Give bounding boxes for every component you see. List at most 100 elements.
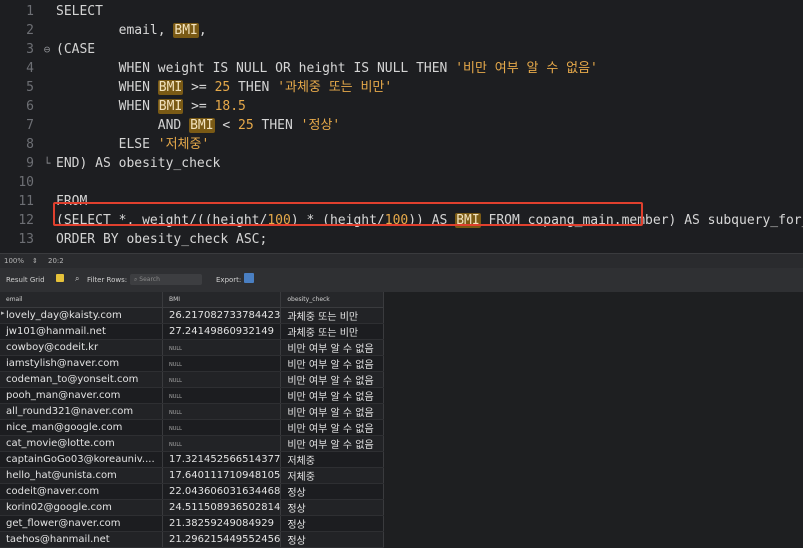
cell-email[interactable]: iamstylish@naver.com (0, 355, 163, 372)
cell-obesity-check[interactable]: 비만 여부 알 수 없음 (280, 387, 385, 404)
cell-obesity-check[interactable]: 비만 여부 알 수 없음 (280, 355, 385, 372)
cell-obesity-check[interactable]: 비만 여부 알 수 없음 (280, 419, 385, 436)
cell-email[interactable]: jw101@hanmail.net (0, 323, 163, 340)
cell-bmi[interactable]: 26.217082733784423 (162, 307, 282, 324)
table-row[interactable]: cowboy@codeit.kr NULL 비만 여부 알 수 없음 (0, 339, 385, 356)
table-row[interactable]: korin02@google.com 24.511508936502814 정상 (0, 499, 385, 516)
fold-marker-icon[interactable]: └ (41, 154, 53, 173)
table-row[interactable]: lovely_day@kaisty.com 26.217082733784423 과… (0, 307, 385, 324)
cell-bmi[interactable]: NULL (162, 403, 282, 420)
code-line[interactable]: 4 WHEN weight IS NULL OR height IS NULL … (0, 59, 803, 78)
column-header-bmi[interactable]: BMI (162, 292, 282, 308)
cell-email[interactable]: taehos@hanmail.net (0, 531, 163, 548)
line-number: 13 (18, 232, 34, 247)
cell-bmi[interactable]: NULL (162, 339, 282, 356)
code-text: email, BMI, (56, 23, 207, 38)
cell-obesity-check[interactable]: 저체중 (280, 451, 385, 468)
table-row[interactable]: jw101@hanmail.net 27.24149860932149 과체중 또는… (0, 323, 385, 340)
cell-email[interactable]: cowboy@codeit.kr (0, 339, 163, 356)
cell-bmi[interactable]: 21.296215449552456 (162, 531, 282, 548)
zoom-level[interactable]: 100% (4, 257, 24, 265)
cell-obesity-check[interactable]: 정상 (280, 483, 385, 500)
cell-bmi[interactable]: 27.24149860932149 (162, 323, 282, 340)
cell-bmi[interactable]: NULL (162, 435, 282, 452)
table-row[interactable]: pooh_man@naver.com NULL 비만 여부 알 수 없음 (0, 387, 385, 404)
cell-email[interactable]: captainGoGo03@koreauniv.... (0, 451, 163, 468)
table-row[interactable]: iamstylish@naver.com NULL 비만 여부 알 수 없음 (0, 355, 385, 372)
code-line[interactable]: 1 SELECT (0, 2, 803, 21)
line-number: 6 (26, 99, 34, 114)
grid-icon[interactable] (56, 274, 64, 282)
cell-bmi[interactable]: 17.640111710948105 (162, 467, 282, 484)
table-row[interactable]: hello_hat@unista.com 17.640111710948105 저체… (0, 467, 385, 484)
cell-email[interactable]: korin02@google.com (0, 499, 163, 516)
cell-bmi[interactable]: 24.511508936502814 (162, 499, 282, 516)
cell-obesity-check[interactable]: 과체중 또는 비만 (280, 307, 385, 324)
cell-obesity-check[interactable]: 비만 여부 알 수 없음 (280, 403, 385, 420)
cell-email[interactable]: codeman_to@yonseit.com (0, 371, 163, 388)
code-text: END) AS obesity_check (56, 156, 221, 171)
null-badge: NULL (169, 410, 182, 416)
code-line[interactable]: 6 WHEN BMI >= 18.5 (0, 97, 803, 116)
export-icon[interactable] (244, 273, 254, 283)
cell-bmi[interactable]: NULL (162, 387, 282, 404)
cell-obesity-check[interactable]: 정상 (280, 515, 385, 532)
column-header-obesity-check[interactable]: obesity_check (280, 292, 385, 308)
table-row[interactable]: nice_man@google.com NULL 비만 여부 알 수 없음 (0, 419, 385, 436)
cell-obesity-check[interactable]: 비만 여부 알 수 없음 (280, 371, 385, 388)
table-row[interactable]: cat_movie@lotte.com NULL 비만 여부 알 수 없음 (0, 435, 385, 452)
cell-obesity-check[interactable]: 비만 여부 알 수 없음 (280, 339, 385, 356)
cell-email[interactable]: codeit@naver.com (0, 483, 163, 500)
table-row[interactable]: all_round321@naver.com NULL 비만 여부 알 수 없음 (0, 403, 385, 420)
line-number: 10 (18, 175, 34, 190)
code-line[interactable]: 13 ORDER BY obesity_check ASC; (0, 230, 803, 249)
cell-obesity-check[interactable]: 정상 (280, 531, 385, 548)
cell-obesity-check[interactable]: 비만 여부 알 수 없음 (280, 435, 385, 452)
result-toolbar: Result Grid ⌕ Filter Rows: ⌕ Search Expo… (0, 268, 803, 293)
line-number: 11 (18, 194, 34, 209)
code-line[interactable]: 2 email, BMI, (0, 21, 803, 40)
selection-highlight-box (53, 202, 643, 226)
code-line[interactable]: 7 AND BMI < 25 THEN '정상' (0, 116, 803, 135)
table-row[interactable]: taehos@hanmail.net 21.296215449552456 정상 (0, 531, 385, 548)
line-number: 12 (18, 213, 34, 228)
fold-marker-icon[interactable]: ⊖ (41, 40, 53, 59)
cell-email[interactable]: pooh_man@naver.com (0, 387, 163, 404)
cell-bmi[interactable]: NULL (162, 371, 282, 388)
table-row[interactable]: codeit@naver.com 22.043606031634468 정상 (0, 483, 385, 500)
code-text: WHEN BMI >= 18.5 (118, 99, 246, 114)
export-label: Export: (216, 276, 242, 284)
column-header-email[interactable]: email (0, 292, 163, 308)
table-row[interactable]: get_flower@naver.com 21.38259249084929 정상 (0, 515, 385, 532)
cell-email[interactable]: lovely_day@kaisty.com (0, 307, 163, 324)
code-text: WHEN BMI >= 25 THEN '과체중 또는 비만' (118, 80, 393, 95)
table-row[interactable]: codeman_to@yonseit.com NULL 비만 여부 알 수 없음 (0, 371, 385, 388)
code-line[interactable]: 3 ⊖ (CASE (0, 40, 803, 59)
cell-bmi[interactable]: 17.321452566514377 (162, 451, 282, 468)
line-number: 3 (26, 42, 34, 57)
code-line[interactable]: 10 (0, 173, 803, 192)
result-grid: email BMI obesity_check lovely_day@kaist… (0, 292, 803, 548)
cell-bmi[interactable]: 22.043606031634468 (162, 483, 282, 500)
cell-email[interactable]: all_round321@naver.com (0, 403, 163, 420)
cell-email[interactable]: cat_movie@lotte.com (0, 435, 163, 452)
stepper-icon[interactable]: ⇕ (32, 257, 38, 265)
code-line[interactable]: 8 ELSE '저체중' (0, 135, 803, 154)
cell-email[interactable]: nice_man@google.com (0, 419, 163, 436)
null-badge: NULL (169, 378, 182, 384)
cell-bmi[interactable]: NULL (162, 355, 282, 372)
code-line[interactable]: 9 └ END) AS obesity_check (0, 154, 803, 173)
cell-email[interactable]: hello_hat@unista.com (0, 467, 163, 484)
code-line[interactable]: 5 WHEN BMI >= 25 THEN '과체중 또는 비만' (0, 78, 803, 97)
cell-obesity-check[interactable]: 과체중 또는 비만 (280, 323, 385, 340)
filter-search-input[interactable]: ⌕ Search (130, 274, 202, 285)
cell-bmi[interactable]: 21.38259249084929 (162, 515, 282, 532)
table-row[interactable]: captainGoGo03@koreauniv.... 17.3214525665… (0, 451, 385, 468)
cell-bmi[interactable]: NULL (162, 419, 282, 436)
cell-obesity-check[interactable]: 정상 (280, 499, 385, 516)
cell-email[interactable]: get_flower@naver.com (0, 515, 163, 532)
cell-obesity-check[interactable]: 저체중 (280, 467, 385, 484)
code-text: WHEN weight IS NULL OR height IS NULL TH… (118, 61, 598, 76)
null-badge: NULL (169, 426, 182, 432)
result-grid-tab[interactable]: Result Grid (6, 276, 45, 284)
